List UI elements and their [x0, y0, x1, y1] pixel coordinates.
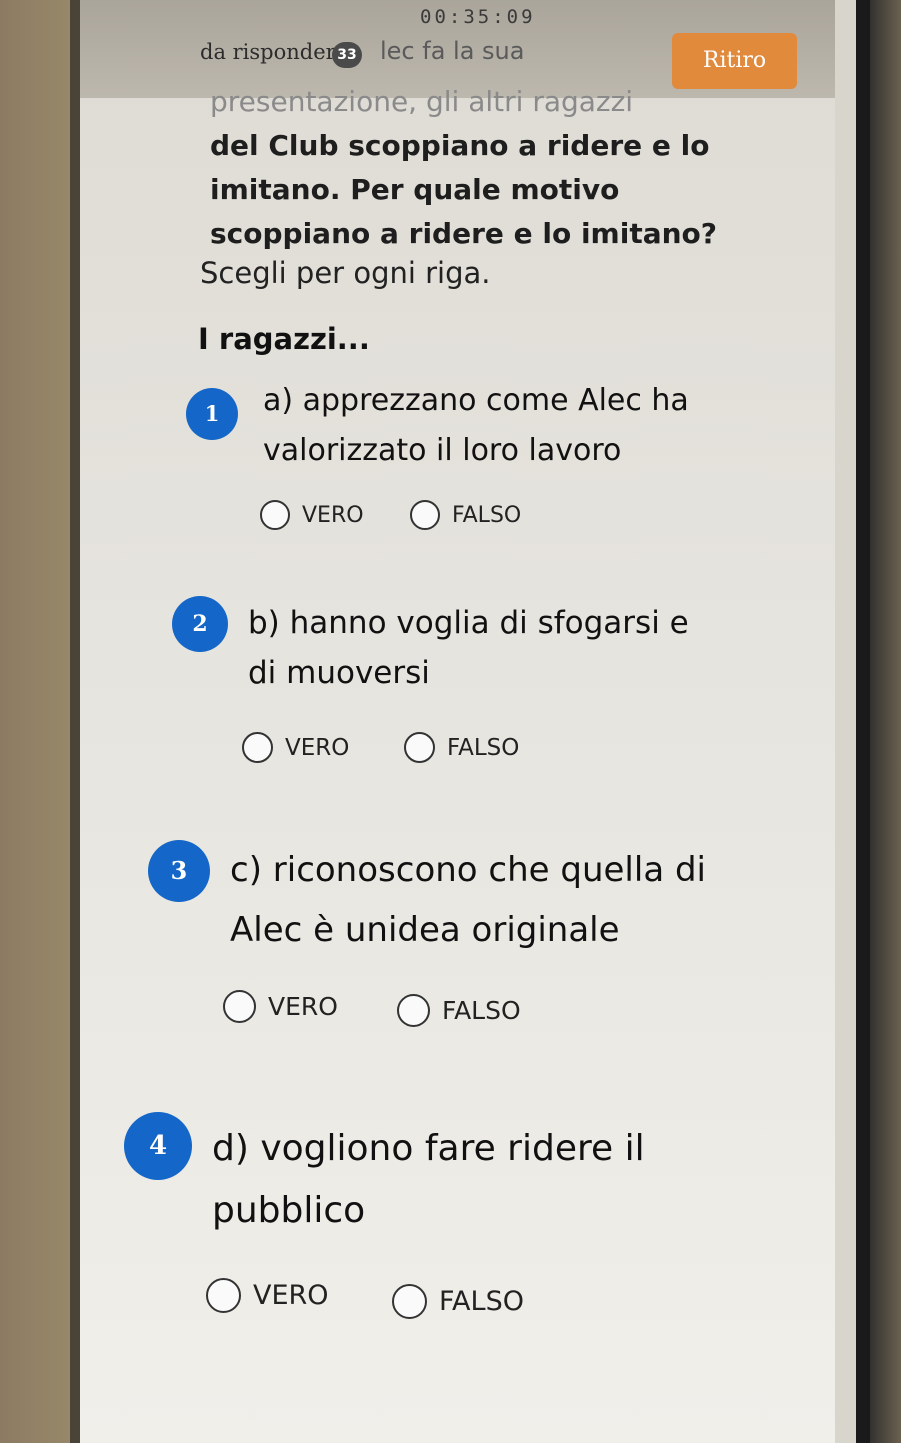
item-line-2: pubblico	[212, 1190, 366, 1231]
item-4-true-option[interactable]: VERO	[206, 1278, 329, 1313]
item-2-false-option[interactable]: FALSO	[404, 732, 519, 763]
item-number-badge: 2	[172, 596, 228, 652]
radio-button[interactable]	[260, 500, 290, 530]
instruction-text: Scegli per ogni riga.	[200, 256, 491, 290]
question-line-4: scoppiano a ridere e lo imitano?	[210, 217, 718, 250]
radio-button[interactable]	[392, 1284, 427, 1319]
question-stem: I ragazzi...	[198, 322, 370, 356]
item-line-1: c) riconoscono che quella di	[230, 850, 706, 890]
option-label-falso: FALSO	[452, 502, 522, 528]
item-statement: c) riconoscono che quella di Alec è unid…	[230, 840, 730, 960]
item-line-1: d) vogliono fare ridere il	[212, 1128, 645, 1169]
item-1-true-option[interactable]: VERO	[260, 500, 364, 530]
option-label-vero: VERO	[285, 734, 350, 761]
item-line-2: Alec è unidea originale	[230, 910, 620, 950]
timer: 00:35:09	[420, 6, 536, 28]
radio-button[interactable]	[242, 732, 273, 763]
option-label-falso: FALSO	[442, 996, 521, 1025]
radio-button[interactable]	[223, 990, 256, 1023]
item-3-false-option[interactable]: FALSO	[397, 994, 521, 1027]
question-fragment: lec fa la sua	[380, 37, 525, 65]
radio-button[interactable]	[410, 500, 440, 530]
question-text: presentazione, gli altri ragazzi del Clu…	[210, 80, 810, 256]
option-label-falso: FALSO	[439, 1286, 524, 1317]
radio-button[interactable]	[206, 1278, 241, 1313]
option-label-vero: VERO	[253, 1280, 329, 1311]
question-line-3: imitano. Per quale motivo	[210, 173, 620, 206]
question-line-2: del Club scoppiano a ridere e lo	[210, 129, 710, 162]
radio-button[interactable]	[404, 732, 435, 763]
item-number-badge: 4	[124, 1112, 192, 1180]
option-label-vero: VERO	[268, 992, 338, 1021]
quiz-screen: 00:35:09 da rispondere 33 lec fa la sua …	[80, 0, 835, 1443]
item-line-2: valorizzato il loro lavoro	[263, 433, 622, 468]
item-1-false-option[interactable]: FALSO	[410, 500, 521, 530]
item-line-1: b) hanno voglia di sfogarsi e	[248, 605, 689, 641]
item-statement: d) vogliono fare ridere il pubblico	[212, 1118, 712, 1242]
item-3-true-option[interactable]: VERO	[223, 990, 338, 1023]
item-number-badge: 3	[148, 840, 210, 902]
to-answer-label: da rispondere	[200, 40, 349, 64]
to-answer-count-badge: 33	[332, 42, 362, 68]
option-label-falso: FALSO	[447, 734, 520, 761]
option-label-vero: VERO	[302, 502, 364, 528]
radio-button[interactable]	[397, 994, 430, 1027]
item-statement: a) apprezzano come Alec ha valorizzato i…	[263, 376, 763, 476]
item-line-2: di muoversi	[248, 655, 430, 691]
item-4-false-option[interactable]: FALSO	[392, 1284, 524, 1319]
item-line-1: a) apprezzano come Alec ha	[263, 383, 689, 418]
item-number-badge: 1	[186, 388, 238, 440]
item-2-true-option[interactable]: VERO	[242, 732, 349, 763]
item-statement: b) hanno voglia di sfogarsi e di muovers…	[248, 598, 748, 698]
question-line-1: presentazione, gli altri ragazzi	[210, 85, 634, 118]
